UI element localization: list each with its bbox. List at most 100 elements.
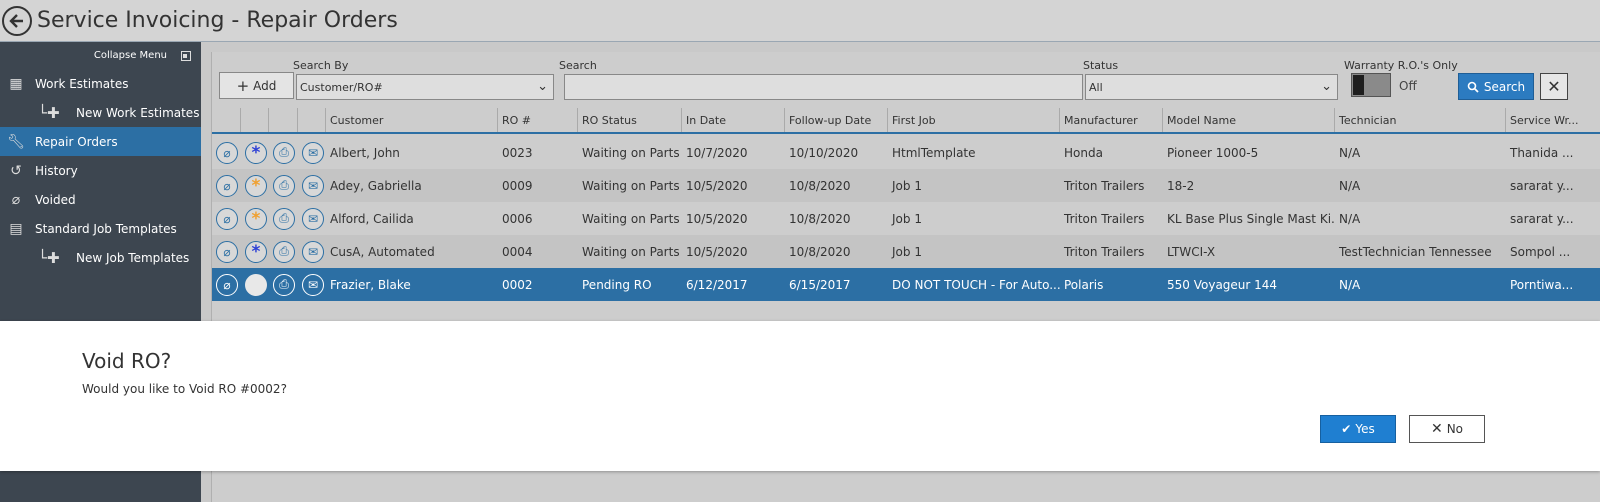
column-header-first-job[interactable]: First Job — [888, 108, 1060, 132]
print-icon[interactable]: ⎙ — [273, 207, 295, 230]
column-header-model-name[interactable]: Model Name — [1163, 108, 1335, 132]
cell-service-writer: Sompol ... — [1510, 244, 1571, 259]
cell-in-date: 10/5/2020 — [686, 244, 748, 259]
no-button[interactable]: ✕ No — [1409, 415, 1485, 443]
add-button[interactable]: + Add — [219, 72, 294, 99]
sidebar-item-label: Work Estimates — [35, 76, 129, 91]
table-row[interactable]: ⌀ * ⎙ ✉ Alford, Cailida 0006 Waiting on … — [212, 202, 1600, 235]
cell-first-job: Job 1 — [892, 211, 922, 226]
dialog-message: Would you like to Void RO #0002? — [82, 382, 287, 396]
asterisk-icon[interactable]: * — [245, 174, 267, 197]
back-button[interactable] — [2, 5, 32, 36]
void-icon[interactable]: ⌀ — [216, 174, 238, 197]
sidebar-item-voided[interactable]: ⌀ Voided — [0, 185, 201, 214]
collapse-menu-label: Collapse Menu — [93, 50, 167, 61]
search-input[interactable] — [564, 74, 1083, 100]
print-icon[interactable]: ⎙ — [273, 141, 295, 164]
status-select[interactable]: All ⌄ — [1085, 74, 1338, 100]
clear-search-button[interactable]: ✕ — [1540, 73, 1568, 100]
warranty-label: Warranty R.O.'s Only — [1344, 59, 1458, 72]
cell-model: LTWCI-X — [1167, 244, 1216, 259]
cell-service-writer: Thanida ... — [1510, 145, 1574, 160]
warranty-toggle[interactable] — [1351, 73, 1391, 97]
cell-status: Waiting on Parts — [582, 178, 680, 193]
search-button[interactable]: Search — [1458, 73, 1534, 100]
cell-technician: N/A — [1339, 145, 1361, 160]
void-icon[interactable]: ⌀ — [216, 207, 238, 230]
asterisk-icon[interactable]: * — [245, 207, 267, 230]
table-header: Customer RO # RO Status In Date Follow-u… — [212, 108, 1600, 134]
cell-technician: N/A — [1339, 211, 1361, 226]
email-icon[interactable]: ✉ — [302, 174, 324, 197]
check-icon: ✔ — [1341, 422, 1352, 436]
table-row[interactable]: ⌀ * ⎙ ✉ Albert, John 0023 Waiting on Par… — [212, 136, 1600, 169]
column-header-manufacturer[interactable]: Manufacturer — [1060, 108, 1163, 132]
status-label: Status — [1083, 59, 1119, 72]
sidebar-item-history[interactable]: ↺ History — [0, 156, 201, 185]
asterisk-icon[interactable]: * — [245, 240, 267, 263]
sidebar-item-label: New Job Templates — [76, 250, 190, 265]
sidebar-item-label: Standard Job Templates — [35, 221, 177, 236]
cell-in-date: 6/12/2017 — [686, 277, 748, 292]
column-header-followup-date[interactable]: Follow-up Date — [785, 108, 888, 132]
table-row-selected[interactable]: ⌀ ⎙ ✉ Frazier, Blake 0002 Pending RO 6/1… — [212, 268, 1600, 301]
cell-technician: TestTechnician Tennessee — [1339, 244, 1492, 259]
asterisk-icon[interactable]: * — [245, 141, 267, 164]
void-icon[interactable]: ⌀ — [216, 141, 238, 164]
cell-ro: 0006 — [502, 211, 533, 226]
cell-first-job: DO NOT TOUCH - For Auto... — [892, 277, 1060, 292]
column-header-ro[interactable]: RO # — [498, 108, 578, 132]
void-icon[interactable]: ⌀ — [216, 240, 238, 263]
email-icon[interactable]: ✉ — [302, 240, 324, 263]
void-icon: ⌀ — [11, 191, 21, 208]
column-header-customer[interactable]: Customer — [326, 108, 498, 132]
print-icon[interactable]: ⎙ — [273, 240, 295, 263]
cell-manufacturer: Triton Trailers — [1064, 211, 1145, 226]
sidebar-item-label: History — [35, 163, 78, 178]
yes-button-label: Yes — [1355, 422, 1375, 436]
cell-technician: N/A — [1339, 178, 1361, 193]
collapse-icon — [181, 50, 191, 61]
cell-in-date: 10/5/2020 — [686, 211, 748, 226]
collapse-menu-button[interactable]: Collapse Menu — [0, 42, 201, 69]
cell-model: Pioneer 1000-5 — [1167, 145, 1259, 160]
print-icon[interactable]: ⎙ — [273, 273, 295, 296]
email-icon[interactable]: ✉ — [302, 141, 324, 164]
table-row[interactable]: ⌀ * ⎙ ✉ CusA, Automated 0004 Waiting on … — [212, 235, 1600, 268]
sidebar-item-repair-orders[interactable]: 🔧︎ Repair Orders — [0, 127, 201, 156]
column-header-service-writer[interactable]: Service Wr... — [1506, 108, 1600, 132]
sidebar-item-standard-job-templates[interactable]: ▤ Standard Job Templates — [0, 214, 201, 243]
table-row[interactable]: ⌀ * ⎙ ✉ Adey, Gabriella 0009 Waiting on … — [212, 169, 1600, 202]
cell-customer: Frazier, Blake — [330, 277, 411, 292]
document-icon: ▤ — [9, 220, 23, 237]
status-dot-icon[interactable] — [245, 273, 267, 296]
sidebar-item-work-estimates[interactable]: ▦ Work Estimates — [0, 69, 201, 98]
sidebar-item-new-work-estimates[interactable]: └✚ New Work Estimates — [0, 98, 201, 127]
warranty-toggle-state: Off — [1399, 79, 1417, 93]
cell-manufacturer: Polaris — [1064, 277, 1104, 292]
plus-icon: └✚ — [38, 103, 60, 122]
email-icon[interactable]: ✉ — [302, 273, 324, 296]
search-by-select[interactable]: Customer/RO# ⌄ — [296, 74, 554, 100]
close-icon: ✕ — [1547, 77, 1561, 96]
cell-ro: 0002 — [502, 277, 533, 292]
cell-service-writer: Porntiwa... — [1510, 277, 1574, 292]
column-header-in-date[interactable]: In Date — [682, 108, 785, 132]
cell-service-writer: sararat y... — [1510, 178, 1574, 193]
column-header-void — [212, 108, 241, 132]
sidebar-item-label: Voided — [35, 192, 76, 207]
yes-button[interactable]: ✔ Yes — [1320, 415, 1396, 443]
cell-status: Waiting on Parts — [582, 145, 680, 160]
column-header-technician[interactable]: Technician — [1335, 108, 1506, 132]
cell-status: Waiting on Parts — [582, 244, 680, 259]
cell-first-job: Job 1 — [892, 244, 922, 259]
cell-status: Waiting on Parts — [582, 211, 680, 226]
void-icon[interactable]: ⌀ — [216, 273, 238, 296]
cell-model: 18-2 — [1167, 178, 1195, 193]
void-ro-dialog: Void RO? Would you like to Void RO #0002… — [0, 321, 1600, 471]
email-icon[interactable]: ✉ — [302, 207, 324, 230]
cell-followup-date: 10/10/2020 — [789, 145, 859, 160]
column-header-ro-status[interactable]: RO Status — [578, 108, 682, 132]
print-icon[interactable]: ⎙ — [273, 174, 295, 197]
sidebar-item-new-job-templates[interactable]: └✚ New Job Templates — [0, 243, 201, 272]
